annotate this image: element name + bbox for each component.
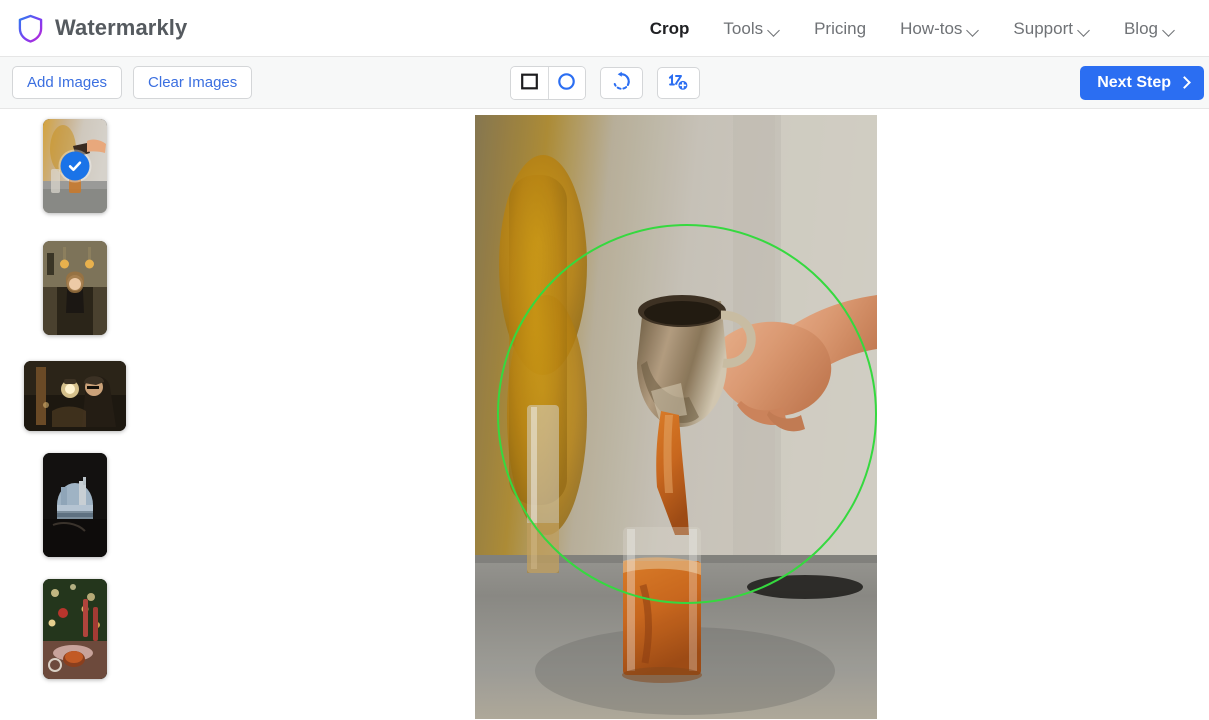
thumbnail-item-3[interactable]	[24, 361, 126, 431]
app-header: Watermarkly Crop Tools Pricing How-tos S…	[0, 0, 1209, 57]
chevron-down-icon	[769, 26, 780, 33]
thumbnail-item-5[interactable]	[43, 579, 107, 679]
shield-icon	[17, 14, 44, 43]
resize-add-icon	[667, 71, 690, 95]
circle-crop-icon	[557, 72, 576, 94]
rectangle-crop-button[interactable]	[510, 66, 548, 99]
toolbar-center-group	[509, 65, 700, 100]
brand-logo[interactable]: Watermarkly	[17, 14, 187, 43]
thumbnail-image	[43, 579, 107, 679]
nav-item-tools[interactable]: Tools	[706, 0, 797, 57]
next-step-button[interactable]: Next Step	[1080, 65, 1204, 100]
main-navigation: Crop Tools Pricing How-tos Support Blog	[633, 0, 1192, 57]
nav-label: Blog	[1123, 18, 1158, 38]
crop-canvas-area[interactable]	[150, 109, 1209, 719]
nav-label: How-tos	[900, 18, 963, 38]
add-images-button[interactable]: Add Images	[12, 66, 123, 99]
next-step-label: Next Step	[1097, 73, 1171, 91]
nav-item-support[interactable]: Support	[996, 0, 1107, 57]
resize-add-button[interactable]	[656, 66, 700, 99]
thumbnail-image	[24, 361, 126, 431]
workspace	[0, 109, 1209, 719]
thumbnail-item-4[interactable]	[43, 453, 107, 557]
circle-crop-button[interactable]	[547, 66, 585, 99]
rotate-left-icon	[611, 71, 632, 95]
nav-item-how-tos[interactable]: How-tos	[883, 0, 996, 57]
editor-toolbar: Add Images Clear Images Next Step	[0, 57, 1209, 109]
crop-shape-toggle-group	[509, 65, 586, 100]
clear-images-button[interactable]: Clear Images	[133, 66, 253, 99]
chevron-down-icon	[1164, 26, 1175, 33]
thumbnail-selected-badge	[60, 151, 90, 181]
chevron-right-icon	[1178, 76, 1191, 89]
rectangle-crop-icon	[520, 72, 539, 94]
nav-item-blog[interactable]: Blog	[1107, 0, 1192, 57]
nav-label: Support	[1013, 18, 1073, 38]
nav-item-crop[interactable]: Crop	[633, 0, 707, 57]
nav-label: Crop	[649, 18, 690, 38]
nav-item-pricing[interactable]: Pricing	[797, 0, 883, 57]
thumbnail-item-1[interactable]	[43, 119, 107, 213]
rotate-left-button[interactable]	[599, 66, 643, 99]
nav-label: Tools	[723, 18, 764, 38]
brand-name: Watermarkly	[55, 15, 188, 40]
thumbnail-item-2[interactable]	[43, 241, 107, 335]
thumbnail-rail[interactable]	[0, 109, 150, 719]
nav-label: Pricing	[814, 18, 867, 38]
toolbar-left-group: Add Images Clear Images	[12, 66, 253, 99]
editor-photo[interactable]	[475, 115, 877, 719]
check-icon	[68, 161, 82, 171]
thumbnail-image	[43, 453, 107, 557]
chevron-down-icon	[968, 26, 979, 33]
toolbar-right-group: Next Step	[1080, 65, 1204, 100]
photo-image	[475, 115, 877, 719]
chevron-down-icon	[1079, 26, 1090, 33]
thumbnail-image	[43, 241, 107, 335]
